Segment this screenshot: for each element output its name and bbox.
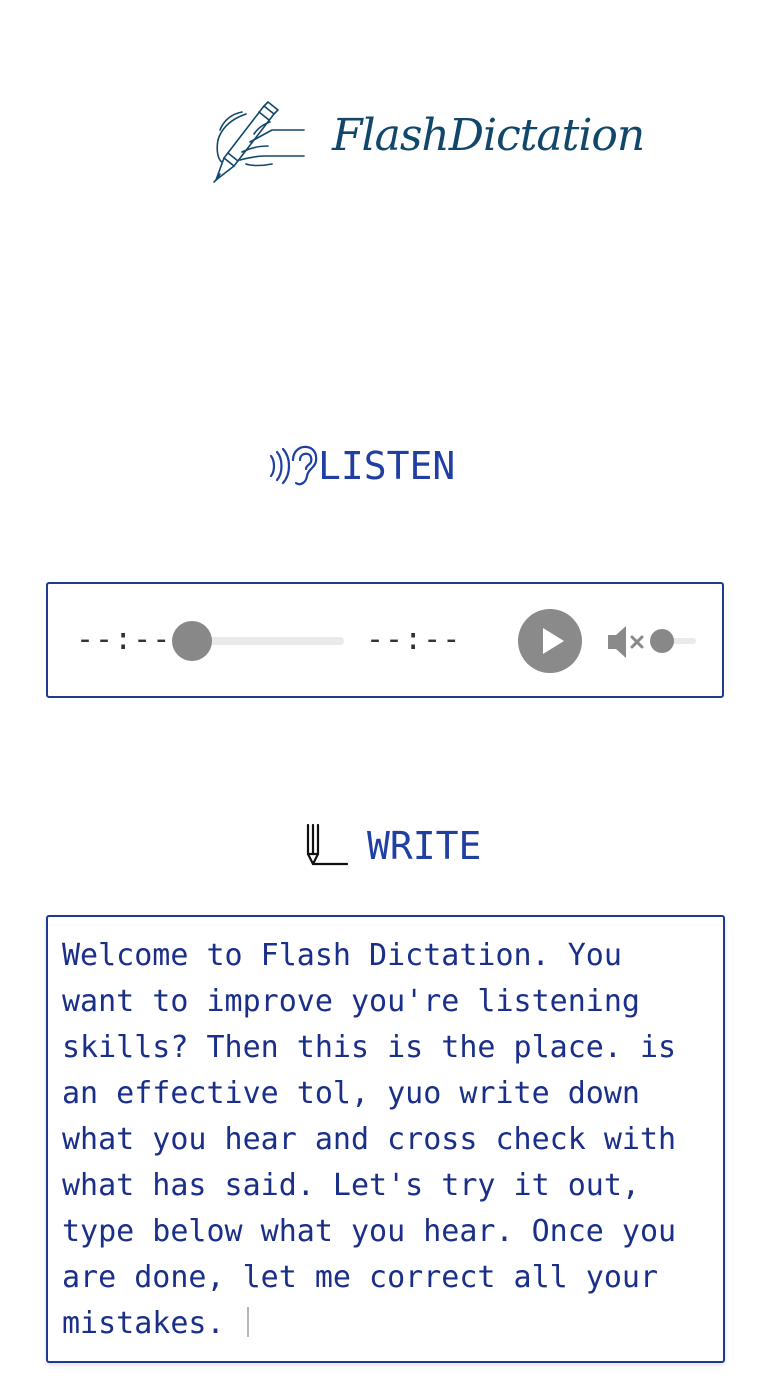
- app-logo: FlashDictation: [212, 100, 645, 186]
- app-title: FlashDictation: [332, 110, 645, 161]
- listen-label: LISTEN: [318, 444, 456, 488]
- pencil-icon: [306, 823, 349, 866]
- write-label: WRITE: [367, 824, 482, 868]
- text-caret: [246, 1307, 249, 1337]
- volume-muted-icon: [608, 626, 644, 658]
- listen-heading: LISTEN: [266, 444, 455, 488]
- total-time: --:--: [366, 622, 462, 657]
- progress-thumb[interactable]: [172, 621, 212, 661]
- current-time: --:--: [76, 622, 172, 657]
- dictation-text: Welcome to Flash Dictation. You want to …: [62, 938, 695, 1341]
- hand-writing-pen-icon: [213, 101, 305, 183]
- audio-player: --:-- --:--: [46, 582, 724, 698]
- mute-button[interactable]: [606, 622, 652, 662]
- ear-icon: [269, 445, 318, 486]
- play-icon: [543, 628, 564, 654]
- write-heading: WRITE: [303, 822, 481, 870]
- play-button[interactable]: [518, 609, 582, 673]
- volume-thumb[interactable]: [650, 629, 674, 653]
- dictation-textarea[interactable]: Welcome to Flash Dictation. You want to …: [46, 915, 725, 1363]
